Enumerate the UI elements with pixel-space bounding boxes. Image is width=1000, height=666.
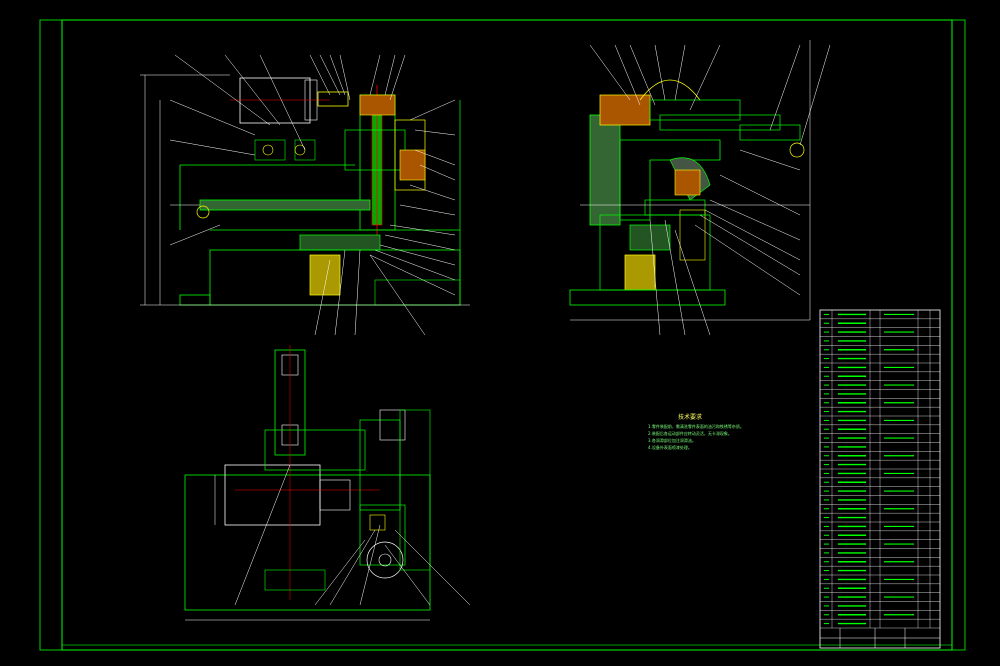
front-worktable — [199, 199, 371, 211]
tech-line-3: 3.各润滑部位加注润滑油。 — [648, 438, 696, 443]
drawing-svg — [39, 19, 966, 651]
technical-requirements: 技术要求 1.零件装配前，需清洗零件表面的油污和铁锈等杂质。 2.装配后各运动部… — [648, 414, 798, 451]
front-motor — [239, 77, 311, 124]
top-view — [184, 345, 471, 621]
tech-line-2: 2.装配后各运动部件应转动灵活，无卡滞现象。 — [648, 431, 732, 436]
side-view — [569, 40, 831, 336]
title-block — [819, 309, 941, 649]
sheet-border-outer — [39, 19, 966, 651]
cad-drawing-sheet: 技术要求 1.零件装配前，需清洗零件表面的油污和铁锈等杂质。 2.装配后各运动部… — [0, 0, 1000, 666]
tech-title: 技术要求 — [678, 414, 703, 421]
tech-line-4: 4.设备外表面喷漆处理。 — [648, 445, 692, 450]
front-view — [140, 54, 470, 336]
tech-line-1: 1.零件装配前，需清洗零件表面的油污和铁锈等杂质。 — [648, 424, 744, 429]
sheet-border-inner — [61, 19, 953, 651]
sheet-border-inner2 — [61, 19, 953, 646]
